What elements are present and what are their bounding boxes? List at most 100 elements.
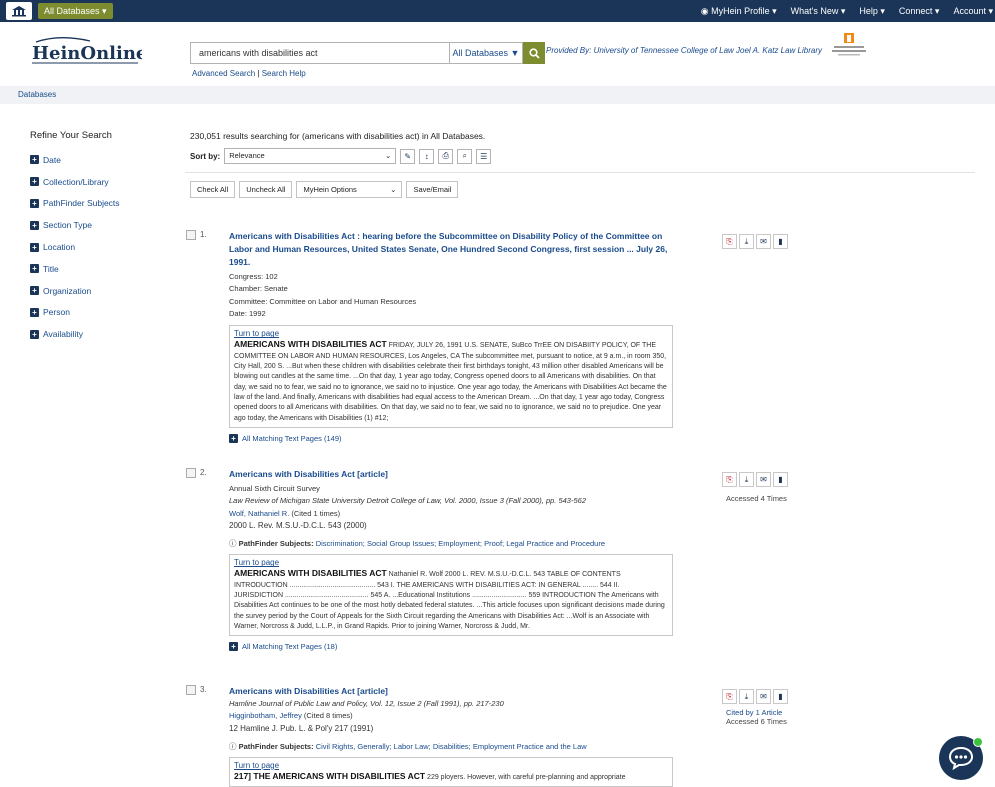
refine-date[interactable]: + Date — [30, 149, 170, 171]
all-matching-pages-link[interactable]: + All Matching Text Pages (18) — [229, 642, 669, 652]
help-circle-icon: ⓘ — [229, 741, 239, 751]
myhein-profile-label: MyHein Profile ▾ — [711, 5, 777, 16]
pdf-icon[interactable]: ⎘ — [722, 689, 737, 704]
provided-by-text: Provided By: University of Tennessee Col… — [546, 46, 822, 55]
refine-section-type[interactable]: + Section Type — [30, 214, 170, 236]
plus-icon: + — [30, 329, 39, 339]
bookmark-icon[interactable]: ▮ — [773, 689, 788, 704]
pathfinder-values[interactable]: Discrimination; Social Group Issues; Emp… — [316, 539, 605, 548]
snippet-text: FRIDAY, JULY 26, 1991 U.S. SENATE, SuBco… — [234, 342, 667, 422]
download-icon[interactable]: ⤓ — [739, 689, 754, 704]
help-menu[interactable]: Help ▾ — [859, 6, 885, 17]
search-help-link[interactable]: Search Help — [262, 69, 306, 78]
plus-icon: + — [30, 155, 39, 165]
result-snippet: Turn to page 217] THE AMERICANS WITH DIS… — [229, 756, 673, 787]
home-icon[interactable] — [6, 2, 32, 20]
whats-new-menu[interactable]: What's New ▾ — [791, 6, 846, 17]
result-congress: Congress: 102 — [229, 272, 278, 281]
list-view-icon[interactable]: ☰ — [476, 148, 492, 164]
result-title[interactable]: Americans with Disabilities Act [article… — [229, 685, 669, 698]
result-number: 2. — [200, 468, 207, 477]
breadcrumb[interactable]: Databases — [0, 86, 995, 104]
refine-availability[interactable]: + Availability — [30, 323, 170, 345]
snippet-heading: AMERICANS WITH DISABILITIES ACT — [234, 339, 387, 350]
myhein-profile-menu[interactable]: ◉ MyHein Profile ▾ — [701, 6, 777, 17]
heinonline-logo[interactable]: HeinOnline — [30, 32, 147, 72]
refine-location[interactable]: + Location — [30, 236, 170, 258]
save-email-button[interactable]: Save/Email — [406, 181, 459, 198]
refine-collection[interactable]: + Collection/Library — [30, 171, 170, 193]
all-databases-button[interactable]: All Databases ▾ — [38, 3, 113, 19]
refine-pathfinder[interactable]: + PathFinder Subjects — [30, 193, 170, 215]
result-stats: Cited by 1 Article Accessed 6 Times — [726, 708, 787, 726]
link-separator: | — [257, 69, 260, 78]
refine-label: Date — [43, 154, 61, 165]
check-all-button[interactable]: Check All — [190, 181, 236, 198]
search-input[interactable]: americans with disabilities act — [190, 42, 449, 64]
refine-title[interactable]: + Title — [30, 258, 170, 280]
result-number: 1. — [200, 230, 207, 239]
sort-select[interactable]: Relevance ⌄ — [224, 148, 397, 164]
binoculars-icon[interactable]: ⌕ — [457, 148, 473, 164]
divider — [185, 172, 975, 173]
connect-menu[interactable]: Connect ▾ — [899, 6, 940, 17]
actions-row: Check All Uncheck All MyHein Options ⌄ Sa… — [190, 181, 462, 198]
plus-icon: + — [30, 242, 39, 252]
sort-direction-icon[interactable]: ↕ — [419, 148, 435, 164]
pdf-icon[interactable]: ⎘ — [722, 472, 737, 487]
all-matching-pages-link[interactable]: + All Matching Text Pages (149) — [229, 433, 669, 443]
online-status-dot — [973, 737, 983, 747]
turn-to-page-link[interactable]: Turn to page — [234, 329, 668, 339]
result-actions: ⎘ ⤓ ✉ ▮ — [722, 472, 790, 487]
search-button[interactable] — [523, 42, 545, 64]
edit-icon[interactable]: ✎ — [400, 148, 416, 164]
result-date: Date: 1992 — [229, 308, 266, 318]
download-icon[interactable]: ⤓ — [739, 472, 754, 487]
bookmark-icon[interactable]: ▮ — [773, 472, 788, 487]
uncheck-all-button[interactable]: Uncheck All — [239, 181, 293, 198]
result-checkbox[interactable] — [186, 230, 196, 240]
chevron-down-icon: ⌄ — [384, 151, 392, 160]
result-author-link[interactable]: Wolf, Nathaniel R. — [229, 509, 289, 518]
refine-label: Collection/Library — [43, 176, 109, 187]
result-cited: (Cited 8 times) — [301, 711, 353, 721]
bookmark-icon[interactable]: ▮ — [773, 234, 788, 249]
refine-person[interactable]: + Person — [30, 302, 170, 324]
email-icon[interactable]: ✉ — [756, 472, 771, 487]
result-checkbox[interactable] — [186, 468, 196, 478]
accessed-count: Accessed 6 Times — [726, 717, 787, 726]
advanced-search-link[interactable]: Advanced Search — [192, 69, 255, 78]
result-cited: (Cited 1 times) — [289, 508, 341, 518]
turn-to-page-link[interactable]: Turn to page — [234, 761, 668, 771]
result-snippet: Turn to page AMERICANS WITH DISABILITIES… — [229, 325, 673, 428]
myhein-options-select[interactable]: MyHein Options ⌄ — [296, 181, 403, 198]
print-icon[interactable]: ⎙ — [438, 148, 454, 164]
database-select[interactable]: All Databases ▼ — [449, 42, 523, 64]
result-journal: Law Review of Michigan State University … — [229, 496, 586, 506]
help-circle-icon: ⓘ — [229, 539, 239, 549]
result-title[interactable]: Americans with Disabilities Act : hearin… — [229, 230, 669, 269]
email-icon[interactable]: ✉ — [756, 234, 771, 249]
result-author-link[interactable]: Higginbotham, Jeffrey — [229, 711, 302, 720]
myhein-options-label: MyHein Options — [303, 185, 357, 194]
snippet-heading: 217] THE AMERICANS WITH DISABILITIES ACT — [234, 771, 426, 782]
pathfinder-label: PathFinder Subjects: — [238, 539, 314, 549]
refine-organization[interactable]: + Organization — [30, 280, 170, 302]
result-chamber: Chamber: Senate — [229, 284, 288, 294]
account-menu[interactable]: Account ▾ — [953, 6, 993, 17]
refine-sidebar: Refine Your Search + Date + Collection/Lib… — [30, 130, 170, 345]
pathfinder-values[interactable]: Civil Rights, Generally; Labor Law; Disa… — [316, 742, 587, 751]
refine-label: Location — [43, 242, 76, 253]
result-title[interactable]: Americans with Disabilities Act [article… — [229, 468, 669, 481]
snippet-text: Nathaniel R. Wolf 2000 L. REV. M.S.U.-D.… — [234, 571, 665, 630]
turn-to-page-link[interactable]: Turn to page — [234, 558, 668, 568]
download-icon[interactable]: ⤓ — [739, 234, 754, 249]
matching-label: All Matching Text Pages (149) — [242, 433, 342, 443]
logo-text: HeinOnline — [32, 43, 142, 64]
email-icon[interactable]: ✉ — [756, 689, 771, 704]
result-checkbox[interactable] — [186, 685, 196, 695]
cited-by-link[interactable]: Cited by 1 Article — [726, 708, 787, 717]
pathfinder-subjects: ⓘ PathFinder Subjects: Civil Rights, Gen… — [229, 741, 669, 752]
pdf-icon[interactable]: ⎘ — [722, 234, 737, 249]
results-summary: 230,051 results searching for (americans… — [190, 131, 486, 141]
